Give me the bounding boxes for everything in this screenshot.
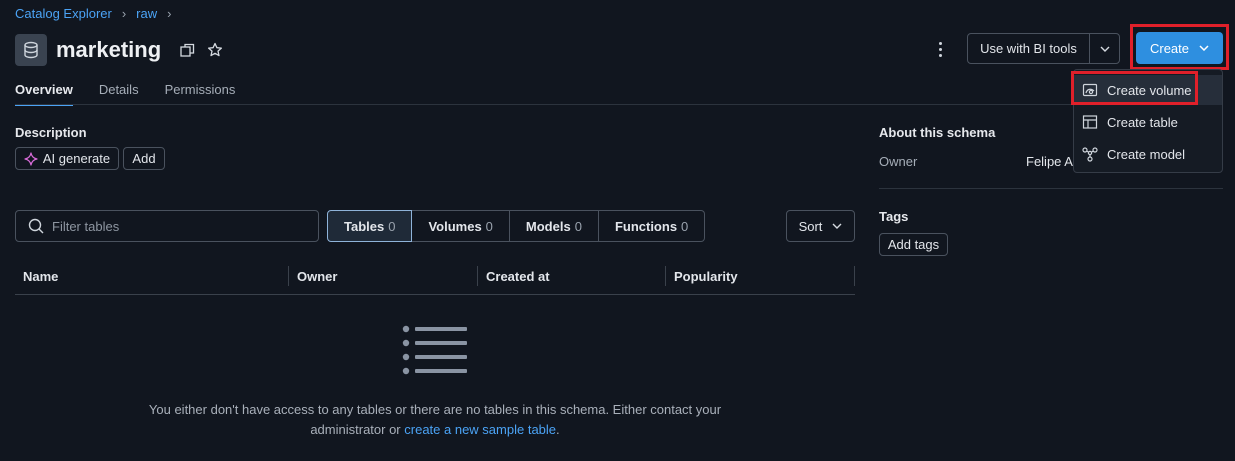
column-header-label: Owner	[297, 269, 338, 284]
model-icon	[1082, 146, 1098, 162]
create-sample-table-link[interactable]: create a new sample table	[404, 422, 556, 437]
filter-tables-search[interactable]	[15, 210, 319, 242]
segment-count: 0	[681, 218, 689, 234]
right-panel-divider	[879, 188, 1223, 189]
column-header-label: Name	[23, 269, 59, 284]
menu-item-create-table[interactable]: Create table	[1074, 107, 1222, 137]
title-row: marketing	[15, 34, 225, 66]
tab-overview[interactable]: Overview	[15, 82, 73, 106]
owner-label: Owner	[879, 154, 918, 169]
menu-item-label: Create model	[1107, 146, 1186, 162]
segment-label: Tables	[344, 218, 385, 234]
column-header-label: Created at	[486, 269, 550, 284]
column-header-popularity[interactable]: Popularity	[666, 266, 855, 294]
use-with-bi-tools-button[interactable]: Use with BI tools	[967, 33, 1090, 64]
search-icon	[28, 218, 44, 234]
description-label: Description	[15, 125, 87, 140]
tabs: Overview Details Permissions	[15, 82, 235, 106]
highlight-box-create-volume	[1071, 71, 1198, 105]
column-header-owner[interactable]: Owner	[289, 266, 478, 294]
breadcrumb: Catalog Explorer › raw ›	[15, 6, 175, 21]
add-description-button[interactable]: Add	[123, 147, 165, 170]
chevron-down-icon	[1100, 46, 1109, 52]
breadcrumb-raw[interactable]: raw	[136, 6, 157, 21]
column-header-label: Popularity	[674, 269, 738, 284]
more-options-icon[interactable]	[932, 39, 948, 59]
sort-label: Sort	[798, 218, 823, 234]
tab-permissions[interactable]: Permissions	[165, 82, 236, 106]
ai-generate-button[interactable]: AI generate	[15, 147, 119, 170]
menu-item-label: Create table	[1107, 114, 1178, 130]
column-divider	[854, 266, 855, 286]
table-header-row: Name Owner Created at Popularity	[15, 266, 855, 295]
tags-label: Tags	[879, 209, 909, 224]
segment-count: 0	[574, 218, 582, 234]
empty-state-prefix: administrator or	[310, 422, 401, 437]
segment-volumes[interactable]: Volumes 0	[412, 210, 510, 242]
empty-state-suffix: .	[556, 422, 560, 437]
segment-tables[interactable]: Tables 0	[327, 210, 413, 242]
owner-value: Felipe Al	[1026, 154, 1076, 169]
add-tags-button[interactable]: Add tags	[879, 233, 948, 256]
column-header-name[interactable]: Name	[15, 266, 289, 294]
column-header-created-at[interactable]: Created at	[478, 266, 666, 294]
create-button[interactable]: Create	[1136, 32, 1223, 64]
segment-count: 0	[485, 218, 493, 234]
sort-button[interactable]: Sort	[786, 210, 855, 242]
sparkle-icon	[24, 151, 38, 166]
segment-count: 0	[388, 218, 396, 234]
bi-tools-dropdown-button[interactable]	[1089, 33, 1120, 64]
page-title: marketing	[56, 37, 162, 62]
chevron-down-icon	[1199, 45, 1209, 51]
filter-tables-input[interactable]	[52, 218, 302, 234]
copy-icon[interactable]	[177, 40, 197, 60]
breadcrumb-separator: ›	[121, 6, 127, 21]
object-type-segmented-control: Tables 0 Volumes 0 Models 0 Functions 0	[327, 210, 706, 242]
segment-label: Models	[525, 218, 571, 234]
empty-list-icon	[401, 324, 469, 381]
ai-generate-label: AI generate	[42, 151, 111, 166]
segment-functions[interactable]: Functions 0	[598, 210, 706, 242]
segment-models[interactable]: Models 0	[509, 210, 599, 242]
empty-state-line2: administrator or create a new sample tab…	[100, 420, 770, 440]
tab-details[interactable]: Details	[99, 82, 139, 106]
menu-item-create-model[interactable]: Create model	[1074, 139, 1222, 169]
empty-state-line1: You either don't have access to any tabl…	[148, 402, 722, 417]
breadcrumb-catalog-explorer[interactable]: Catalog Explorer	[15, 6, 112, 21]
segment-label: Functions	[614, 218, 678, 234]
star-icon[interactable]	[205, 40, 225, 60]
about-schema-title: About this schema	[879, 125, 996, 140]
database-icon	[15, 34, 47, 66]
empty-state-message: You either don't have access to any tabl…	[100, 400, 770, 440]
chevron-down-icon	[832, 223, 842, 229]
table-icon	[1082, 114, 1098, 130]
segment-label: Volumes	[428, 218, 482, 234]
breadcrumb-separator: ›	[167, 6, 172, 21]
create-button-label: Create	[1149, 40, 1190, 56]
tabs-divider	[15, 104, 1223, 105]
